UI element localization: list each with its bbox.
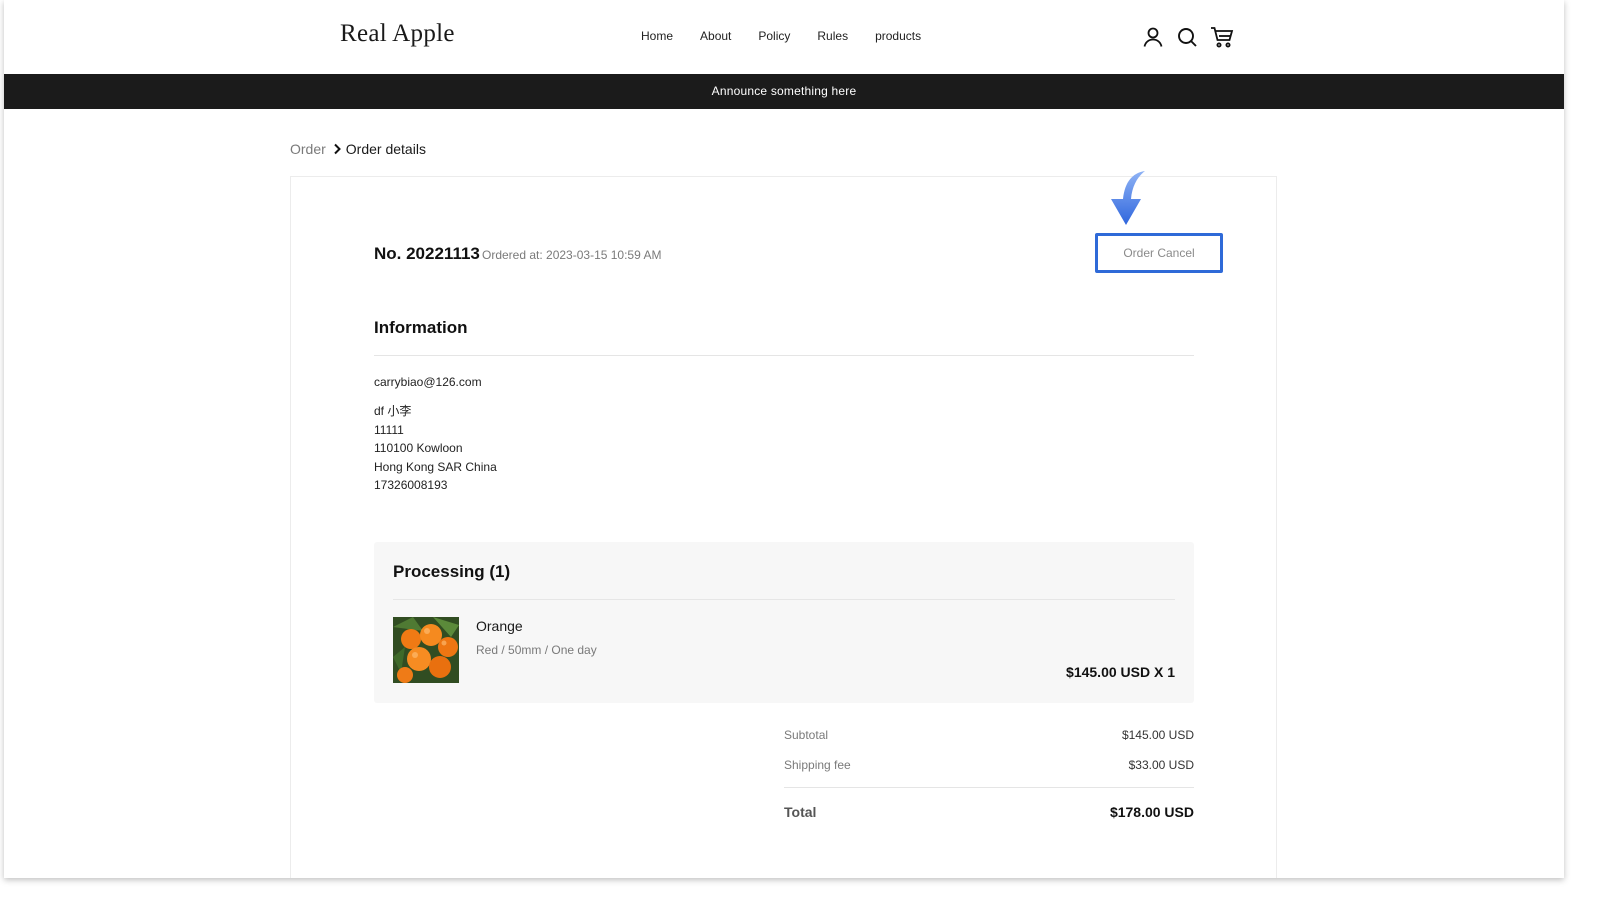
announcement-bar: Announce something here: [4, 74, 1564, 109]
order-number: No. 20221113: [374, 244, 480, 263]
nav-rules[interactable]: Rules: [817, 29, 848, 43]
nav-policy[interactable]: Policy: [758, 29, 790, 43]
divider: [393, 599, 1175, 600]
main-nav: Home About Policy Rules products: [641, 29, 948, 43]
order-cancel-button[interactable]: Order Cancel: [1095, 233, 1223, 273]
nav-about[interactable]: About: [700, 29, 731, 43]
shipping-row: Shipping fee $33.00 USD: [784, 758, 1194, 772]
search-icon[interactable]: [1176, 26, 1198, 48]
total-label: Total: [784, 804, 817, 820]
product-variant: Red / 50mm / One day: [476, 643, 597, 657]
divider: [784, 787, 1194, 788]
subtotal-value: $145.00 USD: [1121, 728, 1194, 742]
address-line: 110100 Kowloon: [374, 441, 463, 455]
order-card: No. 20221113 Ordered at: 2023-03-15 10:5…: [290, 171, 1277, 878]
header-icons: [1142, 26, 1234, 48]
shipping-address: df 小李 11111 110100 Kowloon Hong Kong SAR…: [374, 402, 497, 495]
processing-section: Processing (1) Orange Red / 50mm / One d…: [374, 542, 1194, 703]
site-header: Real Apple Home About Policy Rules produ…: [4, 0, 1564, 74]
page-frame: Real Apple Home About Policy Rules produ…: [4, 0, 1564, 878]
subtotal-label: Subtotal: [784, 728, 829, 742]
divider: [374, 355, 1194, 356]
address-line: 11111: [374, 422, 404, 437]
shipping-label: Shipping fee: [784, 758, 851, 772]
site-logo[interactable]: Real Apple: [340, 20, 455, 48]
chevron-right-icon: [330, 142, 344, 156]
shipping-value: $33.00 USD: [1128, 758, 1194, 772]
breadcrumb-order-link[interactable]: Order: [290, 141, 326, 157]
customer-email: carrybiao@126.com: [374, 375, 482, 389]
address-line: Hong Kong SAR China: [374, 459, 497, 474]
product-price: $145.00 USD X 1: [1066, 664, 1175, 680]
breadcrumb-current: Order details: [345, 141, 426, 157]
user-icon[interactable]: [1142, 26, 1164, 48]
address-line: df 小李: [374, 404, 412, 418]
nav-products[interactable]: products: [875, 29, 921, 43]
address-line: 17326008193: [374, 478, 448, 492]
down-arrow-icon: [1099, 169, 1151, 227]
information-title: Information: [374, 318, 468, 337]
total-row: Total $178.00 USD: [784, 804, 1194, 820]
processing-title: Processing (1): [393, 562, 511, 581]
nav-home[interactable]: Home: [641, 29, 673, 43]
cart-icon[interactable]: [1210, 26, 1234, 48]
product-thumbnail[interactable]: [393, 617, 459, 683]
breadcrumb: Order Order details: [290, 141, 426, 157]
order-date: Ordered at: 2023-03-15 10:59 AM: [482, 248, 662, 262]
total-value: $178.00 USD: [1109, 804, 1194, 820]
subtotal-row: Subtotal $145.00 USD: [784, 728, 1194, 742]
product-name[interactable]: Orange: [476, 618, 523, 634]
